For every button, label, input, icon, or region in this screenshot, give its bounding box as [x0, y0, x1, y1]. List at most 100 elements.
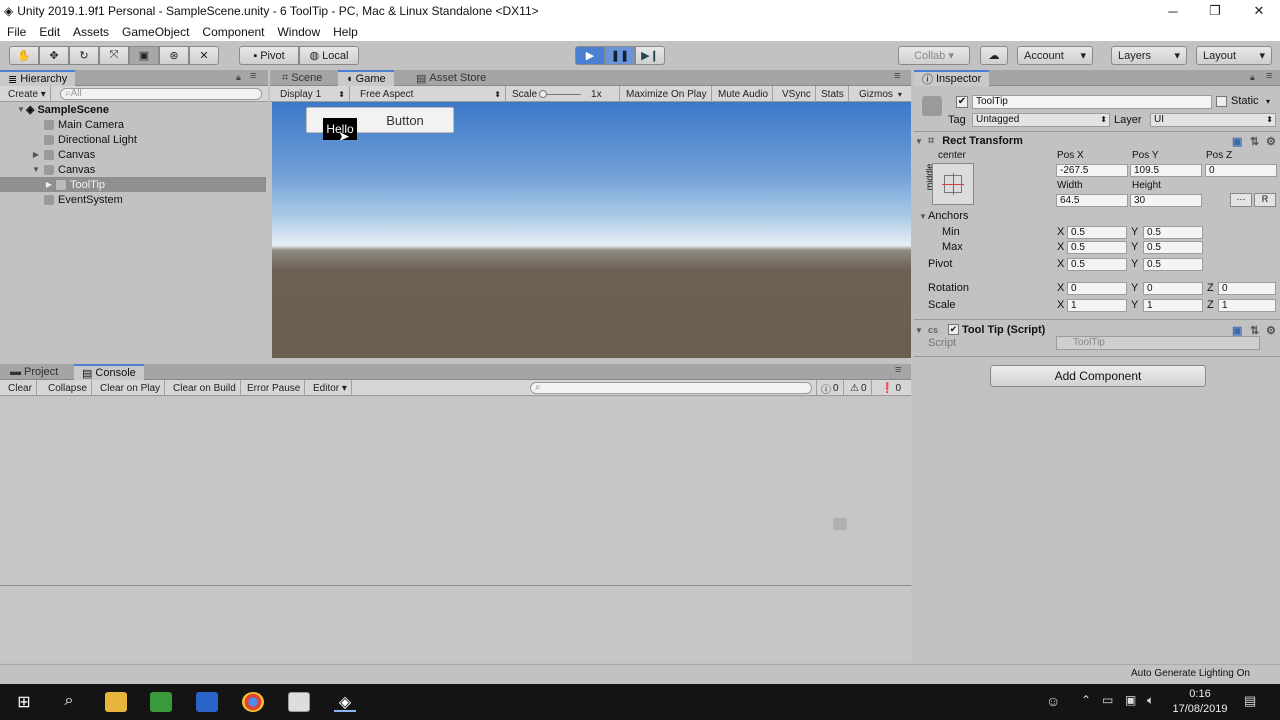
tab-console[interactable]: ▤ Console — [74, 364, 144, 380]
battery-icon[interactable]: ▭ — [1102, 693, 1113, 707]
menu-window[interactable]: Window — [270, 25, 326, 39]
hierarchy-item-main-camera[interactable]: Main Camera — [0, 117, 266, 132]
scale-slider[interactable]: Scale 1x — [508, 86, 620, 102]
aspect-dropdown[interactable]: Free Aspect ⬍ — [356, 86, 506, 102]
error-count-toggle[interactable]: ❗ 0 — [877, 380, 905, 396]
hierarchy-item-tooltip[interactable]: ▶ ToolTip — [0, 177, 266, 192]
hierarchy-item-canvas-2[interactable]: ▼ Canvas — [0, 162, 266, 177]
rotation-y-field[interactable]: 0 — [1143, 282, 1203, 295]
expand-arrow-icon[interactable]: ▼ — [914, 137, 924, 146]
maximize-on-play-toggle[interactable]: Maximize On Play — [622, 86, 712, 102]
menu-file[interactable]: File — [0, 25, 32, 39]
network-icon[interactable]: ▣ — [1125, 693, 1136, 707]
editor-dropdown[interactable]: Editor ▾ — [309, 380, 352, 396]
chevron-up-icon[interactable]: ⌃ — [1081, 693, 1091, 707]
panel-menu-icon[interactable]: ≡ — [894, 70, 900, 82]
anchor-min-y-field[interactable]: 0.5 — [1143, 226, 1203, 239]
expand-arrow-icon[interactable]: ▼ — [16, 105, 26, 114]
menu-assets[interactable]: Assets — [66, 25, 115, 39]
rect-transform-header[interactable]: ▼ ⌗ Rect Transform ▣ ⇅ ⚙ — [914, 132, 1278, 150]
gear-icon[interactable]: ⚙ — [1266, 135, 1276, 148]
game-viewport[interactable]: Button Hello ➤ — [272, 102, 911, 358]
step-button[interactable]: ▶❙ — [635, 46, 665, 65]
scale-tool-icon[interactable]: ⤧ — [99, 46, 129, 65]
clock[interactable]: 0:16 17/08/2019 — [1170, 687, 1230, 717]
scale-thumb[interactable] — [539, 89, 548, 98]
file-explorer-icon[interactable] — [105, 692, 127, 712]
volume-icon[interactable]: 🔈︎ — [1147, 693, 1154, 708]
active-checkbox[interactable]: ✔ — [956, 96, 968, 108]
chrome-icon[interactable] — [242, 692, 264, 712]
anchor-preset-button[interactable] — [932, 163, 974, 205]
expand-arrow-icon[interactable]: ▼ — [28, 165, 44, 174]
scale-z-field[interactable]: 1 — [1218, 299, 1276, 312]
people-icon[interactable]: ☺ — [1046, 693, 1060, 709]
menu-edit[interactable]: Edit — [32, 25, 66, 39]
tag-dropdown[interactable]: Untagged ⬍ — [972, 113, 1110, 127]
posy-field[interactable]: 109.5 — [1130, 164, 1202, 177]
windows-start-icon[interactable]: ⊞ — [13, 692, 35, 712]
mute-audio-toggle[interactable]: Mute Audio — [714, 86, 774, 102]
height-field[interactable]: 30 — [1130, 194, 1202, 207]
posx-field[interactable]: -267.5 — [1056, 164, 1128, 177]
pivot-x-field[interactable]: 0.5 — [1067, 258, 1127, 271]
move-tool-icon[interactable]: ✥ — [39, 46, 69, 65]
layer-dropdown[interactable]: UI ⬍ — [1150, 113, 1276, 127]
tab-scene[interactable]: ⌗ Scene — [274, 70, 330, 86]
object-name-field[interactable]: ToolTip — [972, 95, 1212, 109]
app-window-icon[interactable] — [288, 692, 310, 712]
posz-field[interactable]: 0 — [1205, 164, 1277, 177]
account-dropdown[interactable]: Account ▾ — [1017, 46, 1093, 65]
rotate-tool-icon[interactable]: ↻ — [69, 46, 99, 65]
layout-dropdown[interactable]: Layout ▾ — [1196, 46, 1272, 65]
warning-count-toggle[interactable]: ⚠ 0 — [846, 380, 872, 396]
anchors-foldout[interactable]: ▼ Anchors — [918, 210, 968, 222]
component-enabled-checkbox[interactable]: ✔ — [948, 324, 959, 335]
blueprint-mode-button[interactable]: ⋯ — [1230, 193, 1252, 207]
anchor-max-y-field[interactable]: 0.5 — [1143, 241, 1203, 254]
hierarchy-search-input[interactable]: ⌕All — [60, 88, 262, 100]
scene-row[interactable]: ▼ ◈ SampleScene — [0, 102, 266, 117]
hand-tool-icon[interactable]: ✋ — [9, 46, 39, 65]
clear-on-build-toggle[interactable]: Clear on Build — [169, 380, 241, 396]
help-icon[interactable]: ▣ — [1232, 324, 1242, 337]
collab-button[interactable]: Collab ▾ — [898, 46, 970, 65]
anchor-max-x-field[interactable]: 0.5 — [1067, 241, 1127, 254]
local-toggle[interactable]: ◍ Local — [299, 46, 359, 65]
clear-button[interactable]: Clear — [4, 380, 37, 396]
tab-inspector[interactable]: ⓘ Inspector — [914, 70, 990, 86]
panel-menu-icon[interactable]: ≡ — [1266, 70, 1272, 82]
play-button[interactable]: ▶ — [575, 46, 605, 65]
hierarchy-item-directional-light[interactable]: Directional Light — [0, 132, 266, 147]
hierarchy-item-eventsystem[interactable]: EventSystem — [0, 192, 266, 207]
display-dropdown[interactable]: Display 1 ⬍ — [276, 86, 350, 102]
hierarchy-item-canvas[interactable]: ▶ Canvas — [0, 147, 266, 162]
chevron-down-icon[interactable]: ▾ — [1266, 97, 1270, 106]
console-search-input[interactable]: ⌕ — [530, 382, 812, 394]
tab-asset-store[interactable]: ▤ Asset Store — [408, 70, 494, 86]
unity-taskbar-icon[interactable]: ◈ — [334, 692, 356, 712]
tab-project[interactable]: ▬ Project — [2, 364, 66, 380]
add-component-button[interactable]: Add Component — [990, 365, 1206, 387]
panel-menu-icon[interactable]: ≡ — [250, 70, 256, 82]
menu-gameobject[interactable]: GameObject — [115, 25, 195, 39]
create-dropdown[interactable]: Create ▾ — [4, 86, 51, 102]
static-checkbox[interactable] — [1216, 96, 1227, 107]
custom-tool-icon[interactable]: ✕ — [189, 46, 219, 65]
notification-icon[interactable]: ▤ — [1244, 693, 1256, 709]
close-button[interactable]: ✕ — [1236, 0, 1280, 22]
lock-icon[interactable]: 🔒︎ — [236, 72, 241, 83]
collapse-toggle[interactable]: Collapse — [44, 380, 92, 396]
scale-x-field[interactable]: 1 — [1067, 299, 1127, 312]
gizmos-dropdown[interactable]: Gizmos ▾ — [855, 86, 906, 102]
document-icon[interactable] — [196, 692, 218, 712]
vsync-toggle[interactable]: VSync — [778, 86, 816, 102]
lock-icon[interactable]: 🔒︎ — [1250, 72, 1255, 83]
minimize-button[interactable]: ─ — [1150, 0, 1196, 22]
layers-dropdown[interactable]: Layers ▾ — [1111, 46, 1187, 65]
expand-arrow-icon[interactable]: ▶ — [42, 180, 56, 189]
tab-game[interactable]: ◖ Game — [338, 70, 394, 86]
panel-menu-icon[interactable]: ≡ — [895, 364, 901, 376]
error-pause-toggle[interactable]: Error Pause — [243, 380, 306, 396]
preset-icon[interactable]: ⇅ — [1250, 324, 1259, 337]
